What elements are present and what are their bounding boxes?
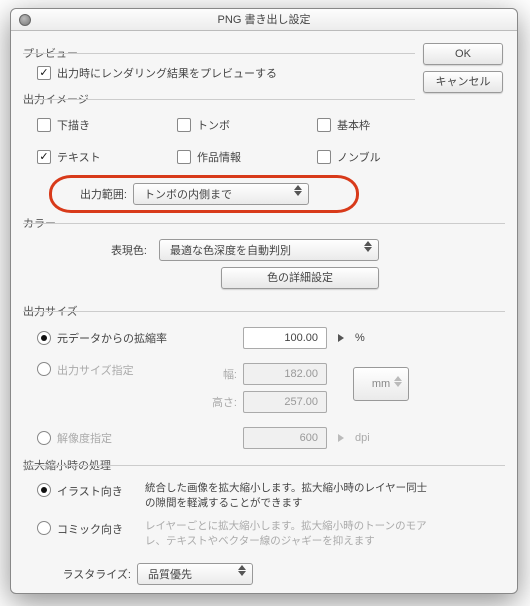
info-checkbox[interactable] <box>177 150 191 164</box>
text-checkbox[interactable] <box>37 150 51 164</box>
dpi-radio[interactable] <box>37 431 51 445</box>
close-icon[interactable] <box>19 14 31 26</box>
draft-checkbox[interactable] <box>37 118 51 132</box>
rasterize-combo[interactable]: 品質優先 <box>137 563 253 585</box>
group-scaling: 拡大縮小時の処理 <box>23 457 505 473</box>
group-output-size: 出力サイズ <box>23 303 505 319</box>
chevron-right-icon <box>338 434 344 442</box>
trim-checkbox[interactable] <box>177 118 191 132</box>
comic-radio[interactable] <box>37 521 51 535</box>
group-output-image: 出力イメージ <box>23 91 415 107</box>
color-detail-button[interactable]: 色の詳細設定 <box>221 267 379 289</box>
group-preview: プレビュー <box>23 45 415 61</box>
range-combo[interactable]: トンボの内側まで <box>133 183 309 205</box>
width-input: 182.00 <box>243 363 327 385</box>
ok-button[interactable]: OK <box>423 43 503 65</box>
comic-desc: レイヤーごとに拡大縮小します。拡大縮小時のトーンのモアレ、テキストやベクター線の… <box>145 519 435 549</box>
dialog: PNG 書き出し設定 OK キャンセル プレビュー 出力時にレンダリング結果をプ… <box>10 8 518 594</box>
frame-checkbox[interactable] <box>317 118 331 132</box>
illust-radio[interactable] <box>37 483 51 497</box>
dpi-input: 600 <box>243 427 327 449</box>
color-mode-label: 表現色: <box>23 242 153 258</box>
specify-radio[interactable] <box>37 362 51 376</box>
window-title: PNG 書き出し設定 <box>218 14 311 26</box>
height-input: 257.00 <box>243 391 327 413</box>
page-checkbox[interactable] <box>317 150 331 164</box>
range-label: 出力範囲: <box>67 186 127 202</box>
cancel-button[interactable]: キャンセル <box>423 71 503 93</box>
unit-combo: mm <box>353 367 409 401</box>
group-color: カラー <box>23 215 505 231</box>
preview-render-checkbox[interactable] <box>37 66 51 80</box>
titlebar: PNG 書き出し設定 <box>11 9 517 31</box>
illust-desc: 統合した画像を拡大縮小します。拡大縮小時のレイヤー同士の隙間を軽減することができ… <box>145 481 435 511</box>
color-mode-combo[interactable]: 最適な色深度を自動判別 <box>159 239 379 261</box>
chevron-right-icon[interactable] <box>338 334 344 342</box>
rasterize-label: ラスタライズ: <box>53 566 131 582</box>
preview-render-label: 出力時にレンダリング結果をプレビューする <box>57 65 277 81</box>
scale-radio[interactable] <box>37 331 51 345</box>
scale-input[interactable]: 100.00 <box>243 327 327 349</box>
